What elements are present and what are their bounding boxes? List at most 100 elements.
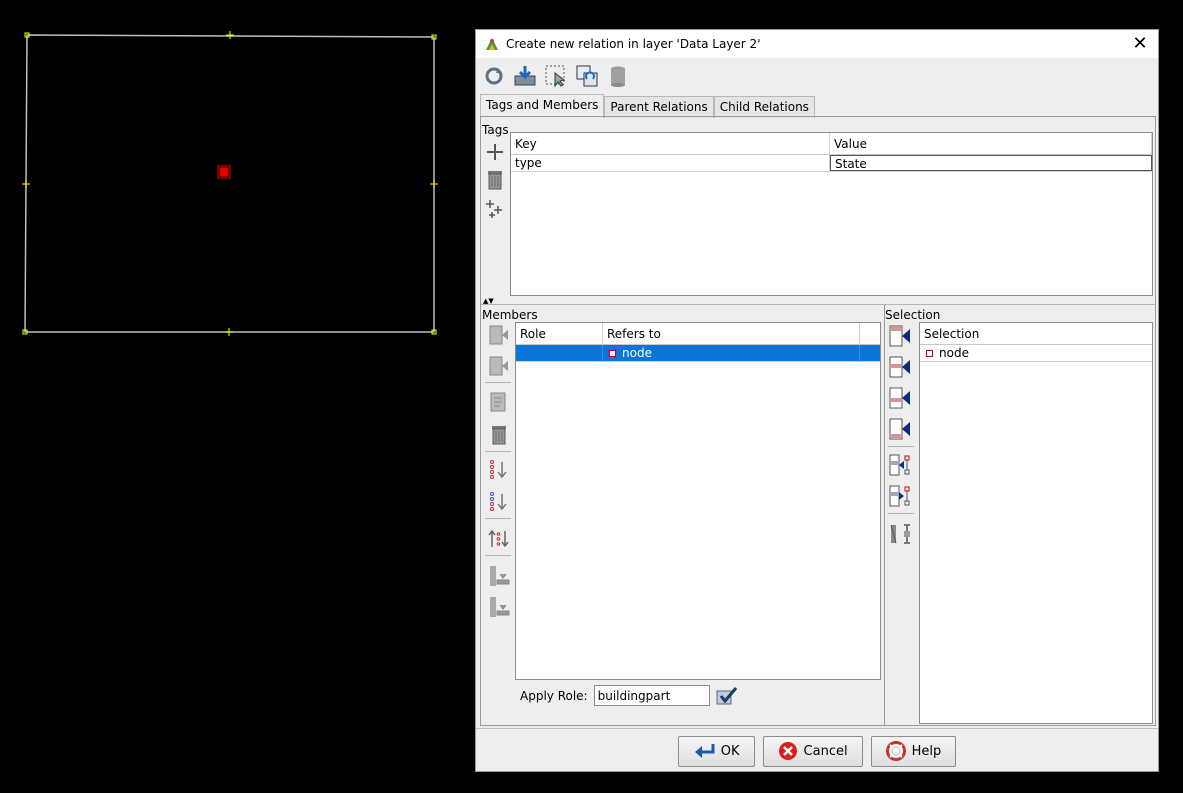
selection-cell[interactable]: node: [920, 345, 1152, 361]
tags-table[interactable]: Key Value type State: [510, 132, 1153, 296]
paste-tags-icon: [486, 200, 502, 218]
sort-button[interactable]: [486, 457, 512, 483]
members-section-label: Members: [482, 308, 538, 322]
move-down-icon: [489, 356, 508, 376]
table-row[interactable]: node: [920, 345, 1152, 362]
selection-label: node: [939, 346, 969, 360]
move-up-icon: [489, 325, 508, 345]
cancel-icon: [778, 742, 797, 760]
select-members-button[interactable]: [887, 452, 913, 478]
toolbar-separator: [888, 513, 914, 514]
edit-icon: [490, 392, 506, 412]
help-label: Help: [911, 743, 942, 759]
resize-handles[interactable]: [22, 31, 438, 336]
delete-relation-icon[interactable]: [604, 63, 631, 90]
edit-member-button[interactable]: [486, 389, 512, 415]
download-incomplete-button[interactable]: [486, 563, 512, 589]
toolbar-separator: [485, 518, 511, 519]
reverse-button[interactable]: [486, 526, 512, 552]
sort-below-button[interactable]: [486, 489, 512, 515]
add-tag-button[interactable]: [482, 139, 508, 165]
map-canvas[interactable]: [0, 0, 470, 790]
download-incomplete-icon: [490, 566, 510, 586]
apply-role-button[interactable]: [716, 686, 738, 706]
add-before-selection-button[interactable]: [887, 354, 913, 380]
set-role-button[interactable]: [887, 521, 913, 547]
relation-editor-dialog: Create new relation in layer 'Data Layer…: [475, 29, 1159, 772]
tags-section-label: Tags: [482, 123, 509, 137]
reverse-icon: [488, 529, 509, 548]
members-selection-divider[interactable]: [884, 305, 885, 725]
table-row[interactable]: type State: [511, 155, 1152, 172]
member-refers-to-label: node: [622, 346, 652, 360]
tag-value-cell[interactable]: State: [830, 155, 1152, 171]
selection-column-header[interactable]: Selection: [920, 323, 1152, 344]
tab-child-relations[interactable]: Child Relations: [713, 96, 815, 118]
add-after-icon: [889, 387, 910, 409]
tab-tags-and-members[interactable]: Tags and Members: [480, 94, 605, 118]
toolbar-separator: [888, 446, 914, 447]
toolbar-separator: [485, 451, 511, 452]
ok-button[interactable]: OK: [677, 735, 755, 767]
tag-key-cell[interactable]: type: [511, 155, 830, 171]
extra-column-header: [860, 323, 880, 344]
tab-parent-relations[interactable]: Parent Relations: [604, 96, 714, 118]
tab-bar: Tags and Members Parent Relations Child …: [480, 94, 815, 118]
selection-table-header: Selection: [920, 323, 1152, 345]
move-up-button[interactable]: [486, 322, 512, 348]
role-input[interactable]: [593, 685, 710, 706]
add-at-end-button[interactable]: [887, 416, 913, 442]
add-after-selection-button[interactable]: [887, 385, 913, 411]
select-in-selection-button[interactable]: [887, 483, 913, 509]
refers-to-column-header[interactable]: Refers to: [603, 323, 860, 344]
select-in-selection-icon: [889, 485, 910, 507]
download-selected-button[interactable]: [486, 594, 512, 620]
refresh-icon[interactable]: [480, 63, 507, 90]
trash-icon: [488, 171, 502, 190]
apply-icon[interactable]: [511, 63, 538, 90]
dialog-title: Create new relation in layer 'Data Layer…: [506, 37, 761, 51]
add-at-end-icon: [889, 418, 910, 440]
dialog-buttons: OK Cancel Help: [476, 728, 1158, 773]
map-view[interactable]: [0, 0, 470, 790]
member-role-cell[interactable]: [516, 345, 603, 361]
duplicate-icon[interactable]: [573, 63, 600, 90]
node-icon: [609, 349, 616, 357]
tags-and-members-panel: Tags Key Value type State ▲▼ Members Rol…: [480, 116, 1156, 726]
toolbar-separator: [485, 555, 511, 556]
selection-section-label: Selection: [885, 308, 941, 322]
value-column-header[interactable]: Value: [830, 133, 1152, 154]
select-icon[interactable]: [542, 63, 569, 90]
checkmark-icon: [716, 686, 737, 704]
key-column-header[interactable]: Key: [511, 133, 830, 154]
title-bar: Create new relation in layer 'Data Layer…: [476, 30, 1158, 58]
toolbar: [480, 62, 631, 90]
node-icon: [926, 349, 933, 357]
sort-below-icon: [490, 492, 507, 511]
help-button[interactable]: Help: [870, 735, 957, 767]
role-column-header[interactable]: Role: [516, 323, 603, 344]
remove-member-button[interactable]: [486, 422, 512, 448]
set-role-icon: [890, 524, 910, 544]
selection-table[interactable]: Selection node: [919, 322, 1153, 724]
map-node[interactable]: [220, 168, 228, 176]
paste-tags-button[interactable]: [482, 196, 508, 222]
member-refers-to-cell[interactable]: node: [603, 345, 860, 361]
splitter-line[interactable]: [481, 304, 1155, 305]
table-row[interactable]: node: [516, 345, 880, 362]
add-before-icon: [889, 356, 910, 378]
sort-icon: [490, 460, 507, 479]
cancel-button[interactable]: Cancel: [762, 735, 863, 767]
handle-left-mid: [22, 180, 30, 188]
select-members-icon: [889, 454, 910, 476]
help-icon: [885, 741, 906, 761]
delete-tag-button[interactable]: [482, 167, 508, 193]
add-at-start-button[interactable]: [887, 323, 913, 349]
members-table[interactable]: Role Refers to node: [515, 322, 881, 680]
close-icon[interactable]: ✕: [1130, 34, 1150, 54]
selection-rectangle: [24, 34, 435, 333]
move-down-button[interactable]: [486, 353, 512, 379]
member-extra-cell: [860, 345, 880, 361]
members-table-header: Role Refers to: [516, 323, 880, 345]
josm-app-icon: [486, 38, 498, 50]
